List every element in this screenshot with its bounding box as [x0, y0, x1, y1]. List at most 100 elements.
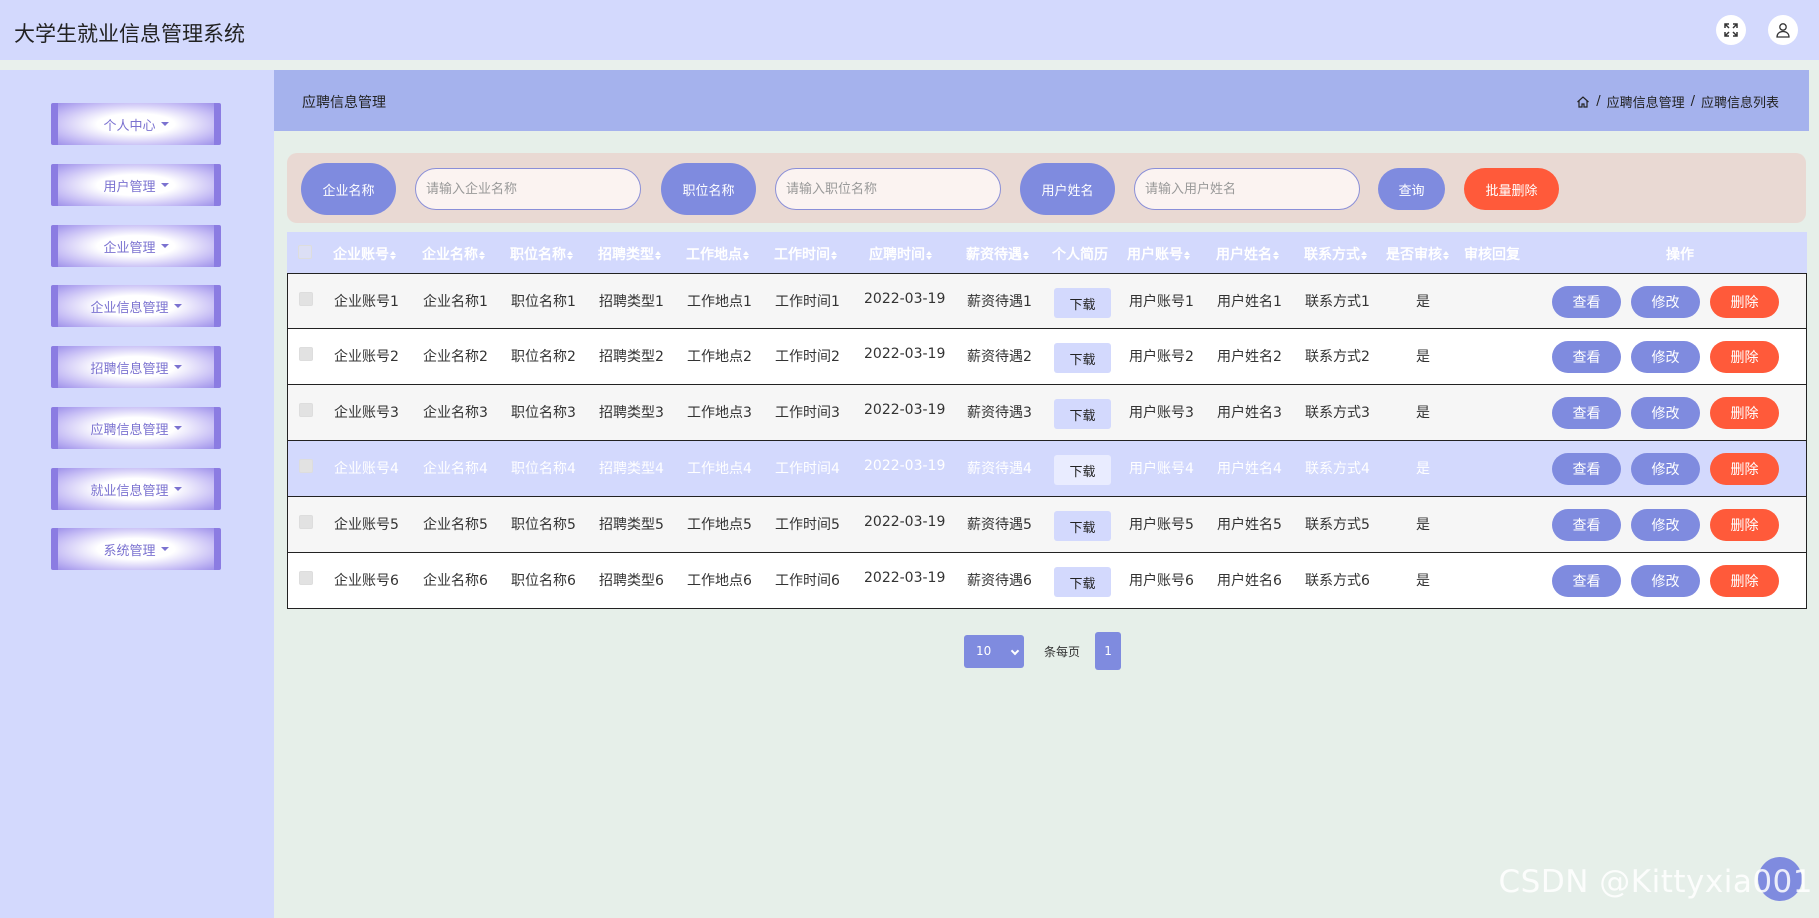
table-header: 企业账号 企业名称 职位名称 招聘类型 工作地点 工作时间 应聘时间 薪资待遇 …	[287, 232, 1807, 273]
caret-down-icon	[160, 244, 169, 248]
column-header-sortable[interactable]: 职位名称	[510, 244, 573, 264]
column-header-sortable[interactable]: 用户账号	[1127, 244, 1190, 264]
resume-download-button[interactable]: 下载	[1054, 455, 1111, 485]
sort-icon	[567, 250, 573, 260]
delete-button[interactable]: 删除	[1710, 397, 1779, 429]
table-row[interactable]: 企业账号1 企业名称1 职位名称1 招聘类型1 工作地点1 工作时间1 2022-03-19…	[287, 273, 1807, 329]
cell-company-name: 企业名称1	[423, 294, 488, 310]
cell-company-name: 企业名称5	[423, 517, 488, 533]
edit-button[interactable]: 修改	[1631, 397, 1700, 429]
column-header-sortable[interactable]: 工作时间	[774, 244, 837, 264]
row-checkbox[interactable]	[299, 571, 313, 585]
batch-delete-button[interactable]: 批量删除	[1464, 168, 1559, 210]
select-all-checkbox[interactable]	[298, 245, 312, 259]
column-header-sortable[interactable]: 企业账号	[333, 244, 396, 264]
breadcrumb-item-application-list: 应聘信息列表	[1700, 96, 1779, 111]
column-header-sortable[interactable]: 是否审核	[1386, 244, 1449, 264]
cell-apply-time: 2022-03-19	[864, 514, 946, 530]
sidebar-item-company-info-management[interactable]: 企业信息管理	[51, 285, 221, 327]
caret-down-icon	[160, 547, 169, 551]
column-header-sortable[interactable]: 企业名称	[422, 244, 485, 264]
cell-salary: 薪资待遇6	[967, 573, 1032, 589]
cell-work-time: 工作时间3	[775, 405, 840, 421]
cell-location: 工作地点1	[687, 294, 752, 310]
sort-icon	[1023, 250, 1029, 260]
cell-user-account: 用户账号3	[1129, 405, 1194, 421]
edit-button[interactable]: 修改	[1631, 509, 1700, 541]
column-header-sortable[interactable]: 应聘时间	[869, 244, 932, 264]
delete-button[interactable]: 删除	[1710, 286, 1779, 318]
resume-download-button[interactable]: 下载	[1054, 399, 1111, 429]
table-row[interactable]: 企业账号2 企业名称2 职位名称2 招聘类型2 工作地点2 工作时间2 2022-03-19…	[287, 329, 1807, 385]
cell-location: 工作地点3	[687, 405, 752, 421]
home-icon[interactable]	[1576, 95, 1590, 109]
sidebar-item-application-info-management[interactable]: 应聘信息管理	[51, 407, 221, 449]
page-size-select[interactable]: 10	[964, 634, 1024, 668]
cell-position: 职位名称4	[511, 461, 576, 477]
user-button[interactable]	[1768, 15, 1798, 45]
column-header: 操作	[1666, 247, 1694, 263]
cell-company-name: 企业名称3	[423, 405, 488, 421]
delete-button[interactable]: 删除	[1710, 565, 1779, 597]
row-checkbox[interactable]	[299, 347, 313, 361]
resume-download-button[interactable]: 下载	[1054, 288, 1111, 318]
sidebar-item-personal-center[interactable]: 个人中心	[51, 103, 221, 145]
view-button[interactable]: 查看	[1552, 509, 1621, 541]
sidebar-item-recruitment-info-management[interactable]: 招聘信息管理	[51, 346, 221, 388]
row-checkbox[interactable]	[299, 459, 313, 473]
sidebar-item-system-management[interactable]: 系统管理	[51, 528, 221, 570]
cell-user-name: 用户姓名1	[1217, 294, 1282, 310]
row-checkbox[interactable]	[299, 515, 313, 529]
table-row[interactable]: 企业账号5 企业名称5 职位名称5 招聘类型5 工作地点5 工作时间5 2022-03-19…	[287, 497, 1807, 553]
view-button[interactable]: 查看	[1552, 397, 1621, 429]
view-button[interactable]: 查看	[1552, 286, 1621, 318]
column-header-sortable[interactable]: 联系方式	[1304, 244, 1367, 264]
edit-button[interactable]: 修改	[1631, 565, 1700, 597]
table-row[interactable]: 企业账号3 企业名称3 职位名称3 招聘类型3 工作地点3 工作时间3 2022-03-19…	[287, 385, 1807, 441]
application-table: 企业账号 企业名称 职位名称 招聘类型 工作地点 工作时间 应聘时间 薪资待遇 …	[287, 232, 1807, 609]
delete-button[interactable]: 删除	[1710, 341, 1779, 373]
column-header-sortable[interactable]: 薪资待遇	[966, 244, 1029, 264]
caret-down-icon	[173, 487, 182, 491]
column-header-sortable[interactable]: 招聘类型	[598, 244, 661, 264]
sidebar-item-employment-info-management[interactable]: 就业信息管理	[51, 468, 221, 510]
view-button[interactable]: 查看	[1552, 341, 1621, 373]
cell-type: 招聘类型1	[599, 294, 664, 310]
cell-work-time: 工作时间1	[775, 294, 840, 310]
fullscreen-icon	[1724, 23, 1738, 37]
user-name-input[interactable]	[1134, 168, 1360, 210]
resume-download-button[interactable]: 下载	[1054, 511, 1111, 541]
edit-button[interactable]: 修改	[1631, 341, 1700, 373]
edit-button[interactable]: 修改	[1631, 453, 1700, 485]
table-row[interactable]: 企业账号4 企业名称4 职位名称4 招聘类型4 工作地点4 工作时间4 2022-03-19…	[287, 441, 1807, 497]
cell-reviewed: 是	[1416, 461, 1430, 477]
cell-type: 招聘类型6	[599, 573, 664, 589]
delete-button[interactable]: 删除	[1710, 509, 1779, 541]
column-header: 审核回复	[1464, 247, 1520, 263]
position-name-input[interactable]	[775, 168, 1001, 210]
breadcrumb-item-application-management[interactable]: 应聘信息管理	[1607, 92, 1685, 111]
cell-company-name: 企业名称4	[423, 461, 488, 477]
sidebar-item-company-management[interactable]: 企业管理	[51, 225, 221, 267]
resume-download-button[interactable]: 下载	[1054, 343, 1111, 373]
delete-button[interactable]: 删除	[1710, 453, 1779, 485]
sidebar-item-label: 招聘信息管理	[90, 361, 169, 377]
column-header-sortable[interactable]: 工作地点	[686, 244, 749, 264]
breadcrumb: / 应聘信息管理 / 应聘信息列表	[1576, 92, 1779, 111]
cell-type: 招聘类型2	[599, 349, 664, 365]
edit-button[interactable]: 修改	[1631, 286, 1700, 318]
table-row[interactable]: 企业账号6 企业名称6 职位名称6 招聘类型6 工作地点6 工作时间6 2022-03-19…	[287, 553, 1807, 609]
fullscreen-button[interactable]	[1716, 15, 1746, 45]
view-button[interactable]: 查看	[1552, 565, 1621, 597]
page-number-current[interactable]: 1	[1095, 632, 1122, 670]
column-header-sortable[interactable]: 用户姓名	[1216, 244, 1279, 264]
view-button[interactable]: 查看	[1552, 453, 1621, 485]
sidebar-item-user-management[interactable]: 用户管理	[51, 164, 221, 206]
sidebar-item-label: 企业信息管理	[90, 300, 169, 316]
row-checkbox[interactable]	[299, 292, 313, 306]
company-name-input[interactable]	[415, 168, 641, 210]
caret-down-icon	[173, 304, 182, 308]
row-checkbox[interactable]	[299, 403, 313, 417]
query-button[interactable]: 查询	[1378, 168, 1445, 210]
resume-download-button[interactable]: 下载	[1054, 567, 1111, 597]
